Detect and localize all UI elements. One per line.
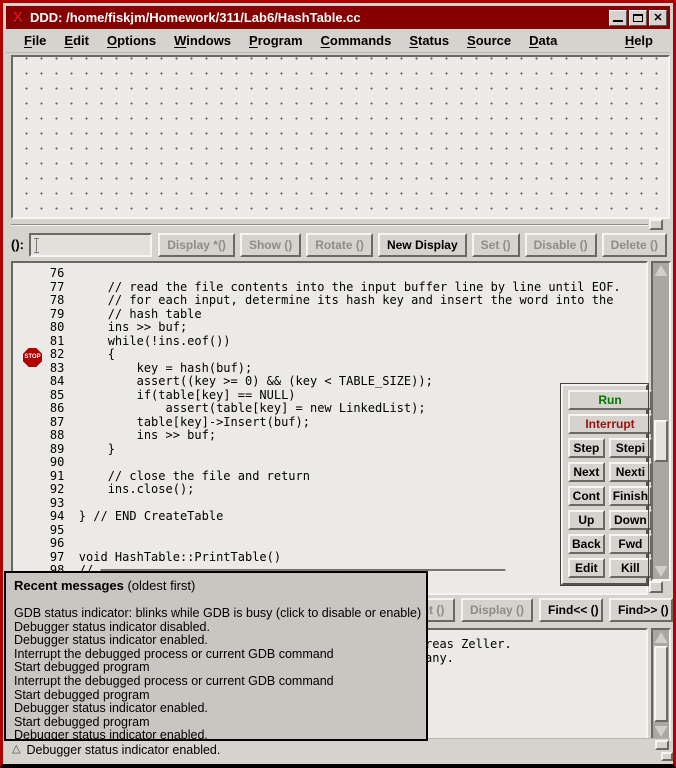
- message-line: Debugger status indicator enabled.: [14, 702, 418, 716]
- menu-help[interactable]: Help: [622, 31, 656, 50]
- ddd-window: X DDD: /home/fiskjm/Homework/311/Lab6/Ha…: [0, 0, 676, 768]
- pane-separator: [11, 224, 648, 226]
- button-delete[interactable]: Delete (): [602, 233, 667, 257]
- button-up[interactable]: Up: [568, 510, 605, 530]
- button-find[interactable]: Find>> (): [609, 598, 673, 622]
- message-list: GDB status indicator: blinks while GDB i…: [14, 607, 418, 741]
- title-bar[interactable]: X DDD: /home/fiskjm/Homework/311/Lab6/Ha…: [6, 6, 670, 29]
- maximize-button[interactable]: [629, 10, 647, 26]
- scrollbar-thumb[interactable]: [654, 420, 668, 462]
- menu-data[interactable]: Data: [526, 31, 560, 50]
- button-run[interactable]: Run: [568, 390, 652, 410]
- source-scrollbar[interactable]: [651, 261, 671, 581]
- menu-options[interactable]: Options: [104, 31, 159, 50]
- menu-edit[interactable]: Edit: [61, 31, 92, 50]
- console-output: reas Zeller. any.: [425, 638, 512, 665]
- source-view[interactable]: 76 77 // read the file contents into the…: [11, 261, 648, 595]
- message-line: Debugger status indicator enabled.: [14, 729, 418, 741]
- button-interrupt[interactable]: Interrupt: [568, 414, 652, 434]
- pane-sash[interactable]: [649, 581, 663, 593]
- resize-grip[interactable]: [655, 740, 669, 750]
- popup-title-text: Recent messages: [14, 578, 124, 593]
- button-new-display[interactable]: New Display: [378, 233, 467, 257]
- status-message: Debugger status indicator enabled.: [26, 743, 220, 757]
- button-display[interactable]: Display *(): [158, 233, 235, 257]
- button-nexti[interactable]: Nexti: [609, 462, 652, 482]
- scroll-down-icon[interactable]: [654, 565, 668, 578]
- button-step[interactable]: Step: [568, 438, 605, 458]
- button-rotate[interactable]: Rotate (): [306, 233, 373, 257]
- button-down[interactable]: Down: [609, 510, 652, 530]
- window-title: DDD: /home/fiskjm/Homework/311/Lab6/Hash…: [30, 10, 361, 25]
- message-line: Interrupt the debugged process or curren…: [14, 675, 418, 689]
- console-scrollbar[interactable]: [651, 628, 671, 741]
- source-code: 76 77 // read the file contents into the…: [21, 263, 646, 578]
- button-next[interactable]: Next: [568, 462, 605, 482]
- data-display-canvas[interactable]: [11, 55, 670, 219]
- recent-messages-popup: Recent messages (oldest first) GDB statu…: [4, 571, 428, 741]
- button-edit[interactable]: Edit: [568, 558, 605, 578]
- argument-label: ():: [11, 237, 24, 252]
- close-icon: ✕: [650, 11, 666, 25]
- status-bar: △ Debugger status indicator enabled.: [6, 738, 670, 760]
- menu-source[interactable]: Source: [464, 31, 514, 50]
- scroll-up-icon[interactable]: [654, 631, 668, 644]
- button-fwd[interactable]: Fwd: [609, 534, 652, 554]
- button-back[interactable]: Back: [568, 534, 605, 554]
- ddd-logo-icon: X: [13, 10, 23, 25]
- menu-file[interactable]: File: [21, 31, 49, 50]
- button-disable[interactable]: Disable (): [525, 233, 597, 257]
- message-line: Debugger status indicator enabled.: [14, 634, 418, 648]
- message-line: Start debugged program: [14, 716, 418, 730]
- command-tool-panel: RunInterruptStepStepiNextNextiContFinish…: [561, 384, 648, 585]
- gdb-status-indicator-icon[interactable]: △: [12, 744, 20, 755]
- message-line: Interrupt the debugged process or curren…: [14, 648, 418, 662]
- scrollbar-thumb[interactable]: [654, 646, 668, 722]
- menu-program[interactable]: Program: [246, 31, 305, 50]
- menu-status[interactable]: Status: [406, 31, 452, 50]
- button-stepi[interactable]: Stepi: [609, 438, 652, 458]
- message-line: Debugger status indicator disabled.: [14, 621, 418, 635]
- data-display-toolbar: (): Display *()Show ()Rotate ()New Displ…: [11, 230, 667, 259]
- maximize-icon: [633, 14, 643, 22]
- message-line: Start debugged program: [14, 689, 418, 703]
- breakpoint-stop-icon[interactable]: STOP: [23, 348, 42, 367]
- menu-bar: File Edit Options Windows Program Commands Sta…: [6, 29, 670, 53]
- close-button[interactable]: ✕: [649, 10, 667, 26]
- minimize-button[interactable]: [609, 10, 627, 26]
- minimize-icon: [613, 20, 623, 22]
- button-set[interactable]: Set (): [472, 233, 520, 257]
- resize-grip[interactable]: [661, 752, 673, 761]
- button-cont[interactable]: Cont: [568, 486, 605, 506]
- button-display[interactable]: Display (): [461, 598, 533, 622]
- text-caret-icon: [36, 238, 37, 253]
- menu-windows[interactable]: Windows: [171, 31, 234, 50]
- button-show[interactable]: Show (): [240, 233, 301, 257]
- popup-subtitle: (oldest first): [127, 578, 195, 593]
- menu-commands[interactable]: Commands: [318, 31, 395, 50]
- pane-sash[interactable]: [649, 219, 663, 230]
- scroll-down-icon[interactable]: [654, 725, 668, 738]
- button-finish[interactable]: Finish: [609, 486, 652, 506]
- scroll-up-icon[interactable]: [654, 264, 668, 277]
- button-find[interactable]: Find<< (): [539, 598, 603, 622]
- message-line: GDB status indicator: blinks while GDB i…: [14, 607, 418, 621]
- argument-input[interactable]: [29, 233, 152, 257]
- button-kill[interactable]: Kill: [609, 558, 652, 578]
- message-line: Start debugged program: [14, 661, 418, 675]
- popup-title: Recent messages (oldest first): [14, 578, 418, 593]
